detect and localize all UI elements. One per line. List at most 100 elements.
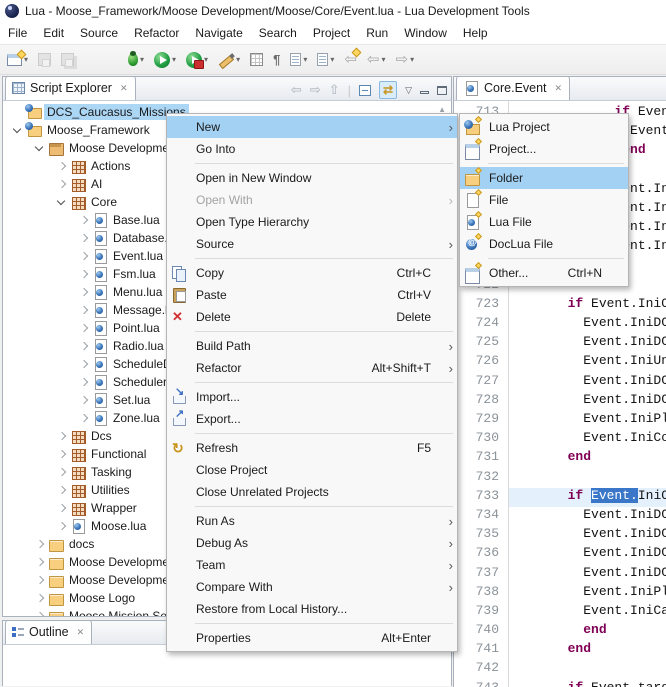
tab-outline[interactable]: Outline ✕ (5, 620, 92, 644)
dropdown-caret-icon[interactable]: ▾ (410, 55, 414, 64)
context-menu-item[interactable]: Refresh F5 › (167, 437, 457, 459)
back-button[interactable]: ⇦▾ (365, 48, 388, 72)
context-menu-item[interactable]: Open in New Window › (167, 167, 457, 189)
menubar-item[interactable]: Window (396, 23, 455, 43)
show-whitespace-button[interactable]: ¶ (271, 48, 282, 72)
code-line[interactable]: end (509, 622, 666, 641)
code-line[interactable]: Event.IniCoalition = Event.IniDCSUnit:ge… (509, 430, 666, 449)
expand-chevron-icon[interactable] (55, 448, 68, 461)
context-menu-item[interactable]: Open Type Hierarchy › (167, 211, 457, 233)
context-menu-item[interactable]: Import... › (167, 386, 457, 408)
close-icon[interactable]: ✕ (555, 83, 563, 94)
annotation-nav-button[interactable]: ▾ (288, 48, 309, 72)
expand-chevron-icon[interactable] (11, 106, 24, 119)
code-line[interactable]: Event.IniDCSUnit = Event.initiator (509, 507, 666, 526)
expand-chevron-icon[interactable] (55, 178, 68, 191)
submenu-item[interactable]: Lua Project (460, 116, 628, 138)
expand-chevron-icon[interactable] (55, 502, 68, 515)
save-all-button[interactable] (59, 48, 76, 72)
expand-chevron-icon[interactable] (55, 466, 68, 479)
code-line[interactable] (509, 469, 666, 488)
dropdown-caret-icon[interactable]: ▾ (382, 55, 386, 64)
code-line[interactable]: Event.IniDCSGroup = Event.IniDCSUnit:get… (509, 373, 666, 392)
link-with-editor-icon[interactable]: ⇄ (379, 81, 397, 99)
context-menu-item[interactable]: Close Unrelated Projects › (167, 481, 457, 503)
context-menu-item[interactable]: Paste Ctrl+V › (167, 284, 457, 306)
context-menu-item[interactable]: Open With › (167, 189, 457, 211)
submenu-item[interactable]: Folder (460, 167, 628, 189)
context-menu-item[interactable]: Export... › (167, 408, 457, 430)
context-menu-item[interactable]: Delete Delete › (167, 306, 457, 328)
expand-chevron-icon[interactable] (77, 322, 90, 335)
context-menu-item[interactable]: Close Project › (167, 459, 457, 481)
menubar-item[interactable]: Project (305, 23, 358, 43)
up-icon[interactable]: ⇧ (329, 82, 340, 98)
code-line[interactable]: Event.IniDCSGroupName = Event.IniDCSUnit… (509, 392, 666, 411)
submenu-item[interactable]: DocLua File (460, 233, 628, 255)
expand-chevron-icon[interactable] (77, 358, 90, 371)
submenu-item[interactable]: File (460, 189, 628, 211)
code-line[interactable]: Event.IniPlayerName = Event.IniDCSUnit:g… (509, 411, 666, 430)
expand-chevron-icon[interactable] (55, 430, 68, 443)
debug-button[interactable]: ▾ (126, 48, 146, 72)
menubar-item[interactable]: Help (455, 23, 496, 43)
context-menu-item[interactable]: Refactor Alt+Shift+T › (167, 357, 457, 379)
expand-chevron-icon[interactable] (77, 286, 90, 299)
code-line[interactable]: if Event.IniObjectCategory == 3 then (509, 296, 666, 315)
next-annotation-button[interactable]: ▾ (315, 48, 336, 72)
submenu-item[interactable]: Lua File (460, 211, 628, 233)
context-menu-item[interactable]: Restore from Local History... › (167, 598, 457, 620)
expand-chevron-icon[interactable] (33, 538, 46, 551)
code-line[interactable]: Event.IniDCSUnitName = Event.IniDCSUnit:… (509, 526, 666, 545)
expand-chevron-icon[interactable] (33, 574, 46, 587)
expand-chevron-icon[interactable] (77, 214, 90, 227)
expand-chevron-icon[interactable] (55, 196, 68, 209)
forward-arrow-icon[interactable]: ⇨ (310, 82, 321, 98)
dropdown-caret-icon[interactable]: ▾ (172, 55, 176, 64)
context-menu-item[interactable]: Compare With › (167, 576, 457, 598)
maximize-icon[interactable] (437, 86, 447, 95)
tab-core-event[interactable]: Core.Event ✕ (456, 76, 570, 100)
code-line[interactable]: Event.IniDCSGroupName = Event.IniDCSGrou… (509, 565, 666, 584)
expand-chevron-icon[interactable] (77, 394, 90, 407)
back-arrow-icon[interactable]: ⇦ (291, 82, 302, 98)
context-menu-item[interactable]: Run As › (167, 510, 457, 532)
expand-chevron-icon[interactable] (33, 142, 46, 155)
menubar-item[interactable]: Search (251, 23, 305, 43)
expand-chevron-icon[interactable] (33, 556, 46, 569)
code-line[interactable]: Event.IniDCSUnitName = Event.IniDCSUnit:… (509, 334, 666, 353)
expand-chevron-icon[interactable] (77, 268, 90, 281)
expand-chevron-icon[interactable] (77, 232, 90, 245)
context-menu-item[interactable]: Go Into › (167, 138, 457, 160)
expand-chevron-icon[interactable] (55, 520, 68, 533)
code-line[interactable] (509, 660, 666, 679)
dropdown-caret-icon[interactable]: ▾ (236, 55, 240, 64)
code-line[interactable]: if Event.IniObjectCategory == 1 then (509, 488, 666, 507)
dropdown-caret-icon[interactable]: ▾ (330, 55, 334, 64)
expand-chevron-icon[interactable] (77, 340, 90, 353)
view-menu-icon[interactable]: ▽ (405, 85, 412, 96)
expand-chevron-icon[interactable] (11, 124, 24, 137)
dropdown-caret-icon[interactable]: ▾ (303, 55, 307, 64)
submenu-item[interactable]: Project... (460, 138, 628, 160)
code-line[interactable]: Event.IniUnitName = Event.IniDCSUnitName (509, 353, 666, 372)
dropdown-caret-icon[interactable]: ▾ (140, 55, 144, 64)
expand-chevron-icon[interactable] (55, 484, 68, 497)
expand-chevron-icon[interactable] (77, 376, 90, 389)
expand-chevron-icon[interactable] (77, 412, 90, 425)
context-menu-item[interactable]: New › (167, 116, 457, 138)
submenu-item[interactable]: Other... Ctrl+N (460, 262, 628, 284)
context-menu-item[interactable]: Debug As › (167, 532, 457, 554)
menubar-item[interactable]: File (0, 23, 35, 43)
new-wizard-button[interactable]: ▾ (5, 48, 30, 72)
external-tools-button[interactable]: ▾ (216, 48, 242, 72)
expand-chevron-icon[interactable] (55, 160, 68, 173)
menubar-item[interactable]: Run (358, 23, 396, 43)
last-edit-location-button[interactable]: ⇦ (342, 48, 359, 72)
context-menu-item[interactable]: Properties Alt+Enter › (167, 627, 457, 649)
context-menu-item[interactable]: Team › (167, 554, 457, 576)
menubar-item[interactable]: Refactor (126, 23, 187, 43)
collapse-all-icon[interactable] (359, 85, 371, 96)
context-menu-item[interactable]: Build Path › (167, 335, 457, 357)
tab-script-explorer[interactable]: Script Explorer ✕ (5, 76, 136, 100)
